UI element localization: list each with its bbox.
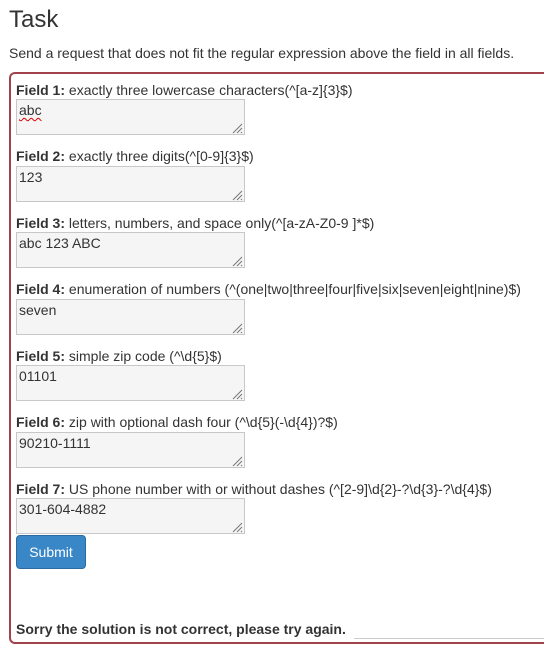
field-1-input[interactable]: abc (16, 99, 245, 135)
field-6-label: Field 6: zip with optional dash four (^\… (16, 414, 338, 430)
page-title: Task (9, 6, 59, 33)
field-3-value: abc 123 ABC (19, 235, 101, 251)
task-description: Send a request that does not fit the reg… (9, 45, 515, 61)
field-6-value: 90210-1111 (19, 435, 91, 451)
field-2-label: Field 2: exactly three digits(^[0-9]{3}$… (16, 148, 254, 164)
field-7-input[interactable]: 301-604-4882 (16, 498, 245, 534)
field-2-value: 123 (19, 169, 43, 185)
field-1-label: Field 1: exactly three lowercase charact… (16, 82, 353, 98)
field-5-label: Field 5: simple zip code (^\d{5}$) (16, 348, 222, 364)
field-4-label: Field 4: enumeration of numbers (^(one|t… (16, 281, 521, 297)
field-5-input[interactable]: 01101 (16, 365, 245, 401)
result-message: Sorry the solution is not correct, pleas… (16, 621, 346, 637)
field-6-input[interactable]: 90210-1111 (16, 432, 245, 468)
field-7-value: 301-604-4882 (19, 501, 107, 517)
field-3-label: Field 3: letters, numbers, and space onl… (16, 215, 375, 231)
field-7-label: Field 7: US phone number with or without… (16, 481, 492, 497)
field-1-value: abc (19, 102, 42, 118)
field-5-value: 01101 (19, 368, 57, 384)
divider (354, 638, 544, 639)
field-3-input[interactable]: abc 123 ABC (16, 232, 245, 268)
submit-button[interactable]: Submit (16, 535, 86, 569)
field-4-value: seven (19, 302, 57, 318)
field-4-input[interactable]: seven (16, 299, 245, 335)
field-2-input[interactable]: 123 (16, 166, 245, 202)
